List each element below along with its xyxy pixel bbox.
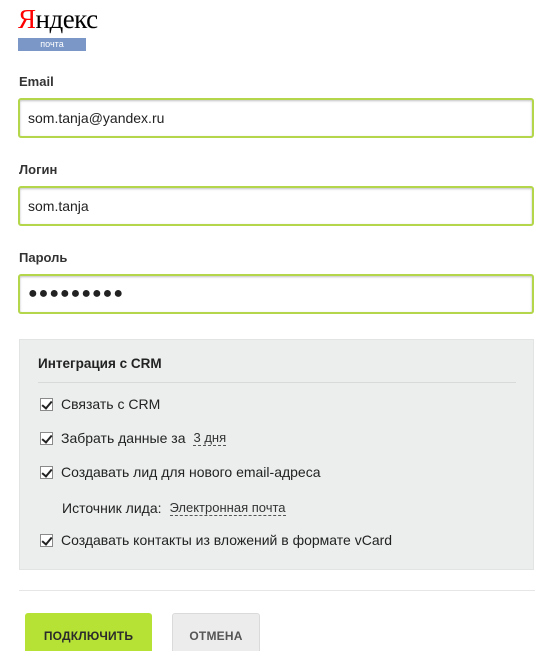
login-field[interactable] [18,186,534,226]
checkbox-create-lead[interactable] [40,465,53,479]
crm-title: Интеграция с CRM [38,356,162,371]
option-link-crm[interactable]: Связать с CRM [40,394,160,414]
option-label: Связать с CRM [61,396,161,412]
password-field[interactable]: ●●●●●●●●● [18,274,534,314]
logo-rest: ндекс [35,4,99,34]
option-create-lead[interactable]: Создавать лид для нового email-адреса [40,462,321,482]
fetch-period-dropdown[interactable]: 3 дня [193,430,227,446]
cancel-button[interactable]: ОТМЕНА [172,613,260,651]
yandex-mail-logo: Яндекс почта [18,4,98,51]
checkbox-link-crm[interactable] [40,397,53,411]
logo-first-letter: Я [18,4,36,34]
checkbox-fetch-data[interactable] [40,431,53,445]
option-label: Забрать данные за [61,430,186,446]
lead-source-label: Источник лида: [62,500,162,516]
password-label: Пароль [19,250,68,265]
lead-source-dropdown[interactable]: Электронная почта [169,500,286,516]
connect-button[interactable]: ПОДКЛЮЧИТЬ [25,613,152,651]
option-label: Создавать лид для нового email-адреса [61,464,321,480]
crm-divider [38,382,516,383]
bottom-divider [19,590,535,591]
crm-integration-panel: Интеграция с CRM Связать с CRM Забрать д… [19,339,534,570]
checkbox-create-contacts[interactable] [40,533,53,547]
email-label: Email [19,74,54,89]
login-label: Логин [19,162,58,177]
lead-source-row: Источник лида: Электронная почта [62,498,286,518]
option-label: Создавать контакты из вложений в формате… [61,532,393,548]
option-create-contacts[interactable]: Создавать контакты из вложений в формате… [40,530,392,550]
logo-wordmark: Яндекс [18,4,98,34]
email-field[interactable] [18,98,534,138]
option-fetch-data[interactable]: Забрать данные за 3 дня [40,428,227,448]
yandex-mail-crm-connect-form: Яндекс почта Email Логин Пароль ●●●●●●●●… [0,0,537,651]
logo-badge: почта [18,38,86,51]
